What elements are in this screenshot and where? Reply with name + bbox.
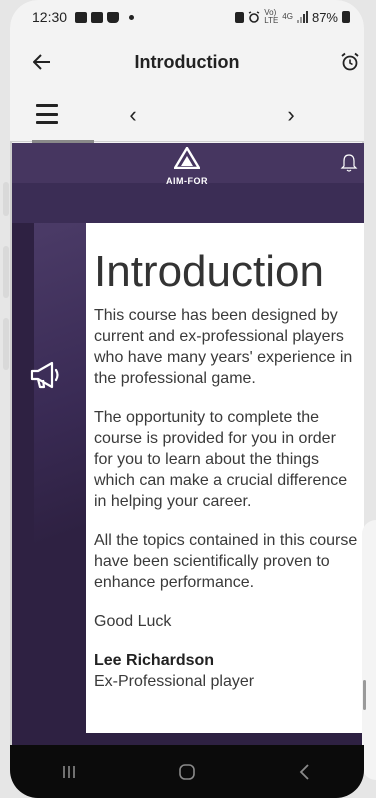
logo-text: AIM-FOR bbox=[166, 176, 208, 186]
intro-paragraph-1: This course has been designed by current… bbox=[94, 307, 353, 387]
power-button bbox=[3, 318, 9, 370]
app-header: Introduction bbox=[10, 34, 364, 90]
youtube-notification-icon bbox=[91, 11, 104, 23]
notifications-button[interactable] bbox=[340, 153, 360, 173]
battery-percent: 87% bbox=[311, 9, 338, 25]
brand-band-lower bbox=[12, 183, 364, 223]
hamburger-line bbox=[36, 112, 58, 116]
network-generation: 4G bbox=[282, 12, 293, 21]
previous-page-button[interactable]: ‹ bbox=[118, 100, 148, 130]
intro-card: Introduction This course has been design… bbox=[86, 223, 364, 733]
recent-apps-icon bbox=[63, 765, 75, 778]
home-icon bbox=[179, 763, 195, 780]
menu-button[interactable] bbox=[36, 104, 58, 124]
volte-indicator: Vo) LTE bbox=[264, 8, 279, 25]
more-notifications-dot bbox=[129, 14, 135, 20]
logo-triangle-icon bbox=[172, 145, 202, 170]
hamburger-line bbox=[36, 121, 58, 124]
right-edge-panel bbox=[362, 520, 376, 780]
bell-icon bbox=[340, 154, 358, 172]
author-name: Lee Richardson bbox=[94, 652, 215, 669]
lesson-content: AIM-FOR Introduction This course has bee… bbox=[12, 143, 364, 745]
intro-paragraph-4: Good Luck bbox=[94, 613, 172, 630]
back-button[interactable] bbox=[28, 48, 56, 76]
volume-down-button bbox=[3, 246, 9, 298]
alarm-status-icon bbox=[248, 11, 260, 23]
lesson-side-panel bbox=[12, 223, 86, 745]
intro-paragraph-2: The opportunity to complete the course i… bbox=[94, 409, 348, 510]
megaphone-icon bbox=[28, 359, 64, 391]
intro-paragraph-3: All the topics contained in this course … bbox=[94, 532, 358, 591]
status-bar: 12:30 Vo) LTE 4G 87% bbox=[10, 0, 364, 34]
scrollbar-thumb[interactable] bbox=[363, 680, 366, 710]
back-system-button[interactable] bbox=[285, 752, 325, 792]
battery-icon bbox=[342, 11, 350, 23]
aim-for-logo: AIM-FOR bbox=[152, 145, 222, 186]
volume-up-button bbox=[3, 182, 9, 216]
intro-heading: Introduction bbox=[94, 247, 324, 296]
course-nav-bar: ‹ › bbox=[10, 90, 364, 143]
page-title: Introduction bbox=[134, 51, 240, 72]
signal-strength-icon bbox=[296, 11, 308, 23]
hamburger-menu-icon bbox=[36, 104, 58, 107]
gallery-notification-icon bbox=[75, 11, 88, 23]
home-button[interactable] bbox=[167, 752, 207, 792]
status-time: 12:30 bbox=[32, 9, 68, 25]
next-page-button[interactable]: › bbox=[276, 100, 306, 130]
reminder-button[interactable] bbox=[336, 48, 364, 76]
nfc-icon bbox=[235, 11, 245, 23]
system-navigation-bar bbox=[10, 745, 364, 798]
chevron-left-icon bbox=[299, 763, 309, 780]
alarm-clock-icon bbox=[341, 52, 359, 71]
shopping-bag-notification-icon bbox=[107, 11, 120, 23]
author-role: Ex-Professional player bbox=[94, 673, 255, 690]
side-panel-shade bbox=[34, 223, 86, 745]
recent-apps-button[interactable] bbox=[49, 752, 89, 792]
arrow-left-icon bbox=[33, 54, 50, 70]
